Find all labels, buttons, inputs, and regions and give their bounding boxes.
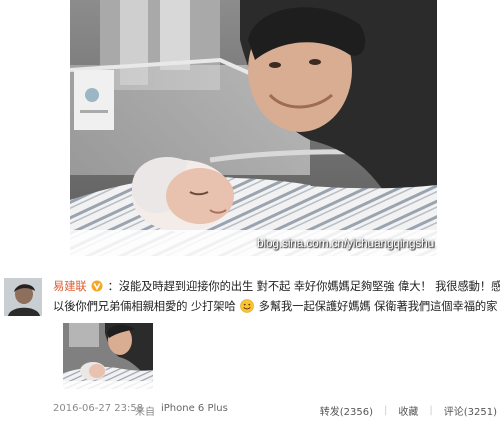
repost-button[interactable]: 转发(2356) [320, 403, 373, 418]
post-timestamp[interactable]: 2016-06-27 23:58 [53, 403, 143, 414]
post-actions: 转发(2356) | 收藏 | 评论(3251) [320, 403, 497, 418]
post-text-line1: ：沒能及時趕到迎接你的出生 對不起 幸好你媽媽足夠堅強 偉大！ 我很感動！感恩！ [107, 280, 500, 293]
source-prefix: 来自 [135, 407, 155, 418]
photo-watermark: blog.sina.com.cn/yichuangqingshu [257, 236, 435, 250]
divider: | [383, 405, 388, 416]
smile-emoji-icon [240, 299, 254, 313]
divider: | [429, 405, 433, 416]
thumbnail-illustration [63, 323, 153, 389]
post-footer: 2016-06-27 23:58 来自 iPhone 6 Plus 转发(235… [53, 402, 497, 418]
post-image-thumbnail[interactable] [63, 323, 153, 389]
post-line-1: 易建联 ：沒能及時趕到迎接你的出生 對不起 幸好你媽媽足夠堅強 偉大！ 我很感動… [53, 277, 500, 297]
photo-illustration [70, 0, 437, 256]
avatar-image [4, 278, 42, 316]
comment-button[interactable]: 评论(3251) [444, 403, 497, 418]
post-photo[interactable]: blog.sina.com.cn/yichuangqingshu [70, 0, 437, 256]
favorite-button[interactable]: 收藏 [398, 403, 418, 418]
post-content: 易建联 ：沒能及時趕到迎接你的出生 對不起 幸好你媽媽足夠堅強 偉大！ 我很感動… [53, 277, 500, 317]
post-line-2: 以後你們兄弟倆相親相愛的 少打架哈 多幫我一起保護好媽媽 保衛著我們這個幸福的家 [53, 297, 497, 317]
avatar[interactable] [4, 278, 42, 316]
post-text-line2a: 以後你們兄弟倆相親相愛的 少打架哈 [53, 300, 236, 313]
username-link[interactable]: 易建联 [53, 280, 87, 293]
vip-badge-icon[interactable] [91, 280, 103, 292]
post-text-line2b: 多幫我一起保護好媽媽 保衛著我們這個幸福的家 [258, 300, 498, 313]
source-link[interactable]: iPhone 6 Plus [161, 403, 228, 414]
weibo-post-page: blog.sina.com.cn/yichuangqingshu 易建联 ：沒能… [0, 0, 500, 431]
